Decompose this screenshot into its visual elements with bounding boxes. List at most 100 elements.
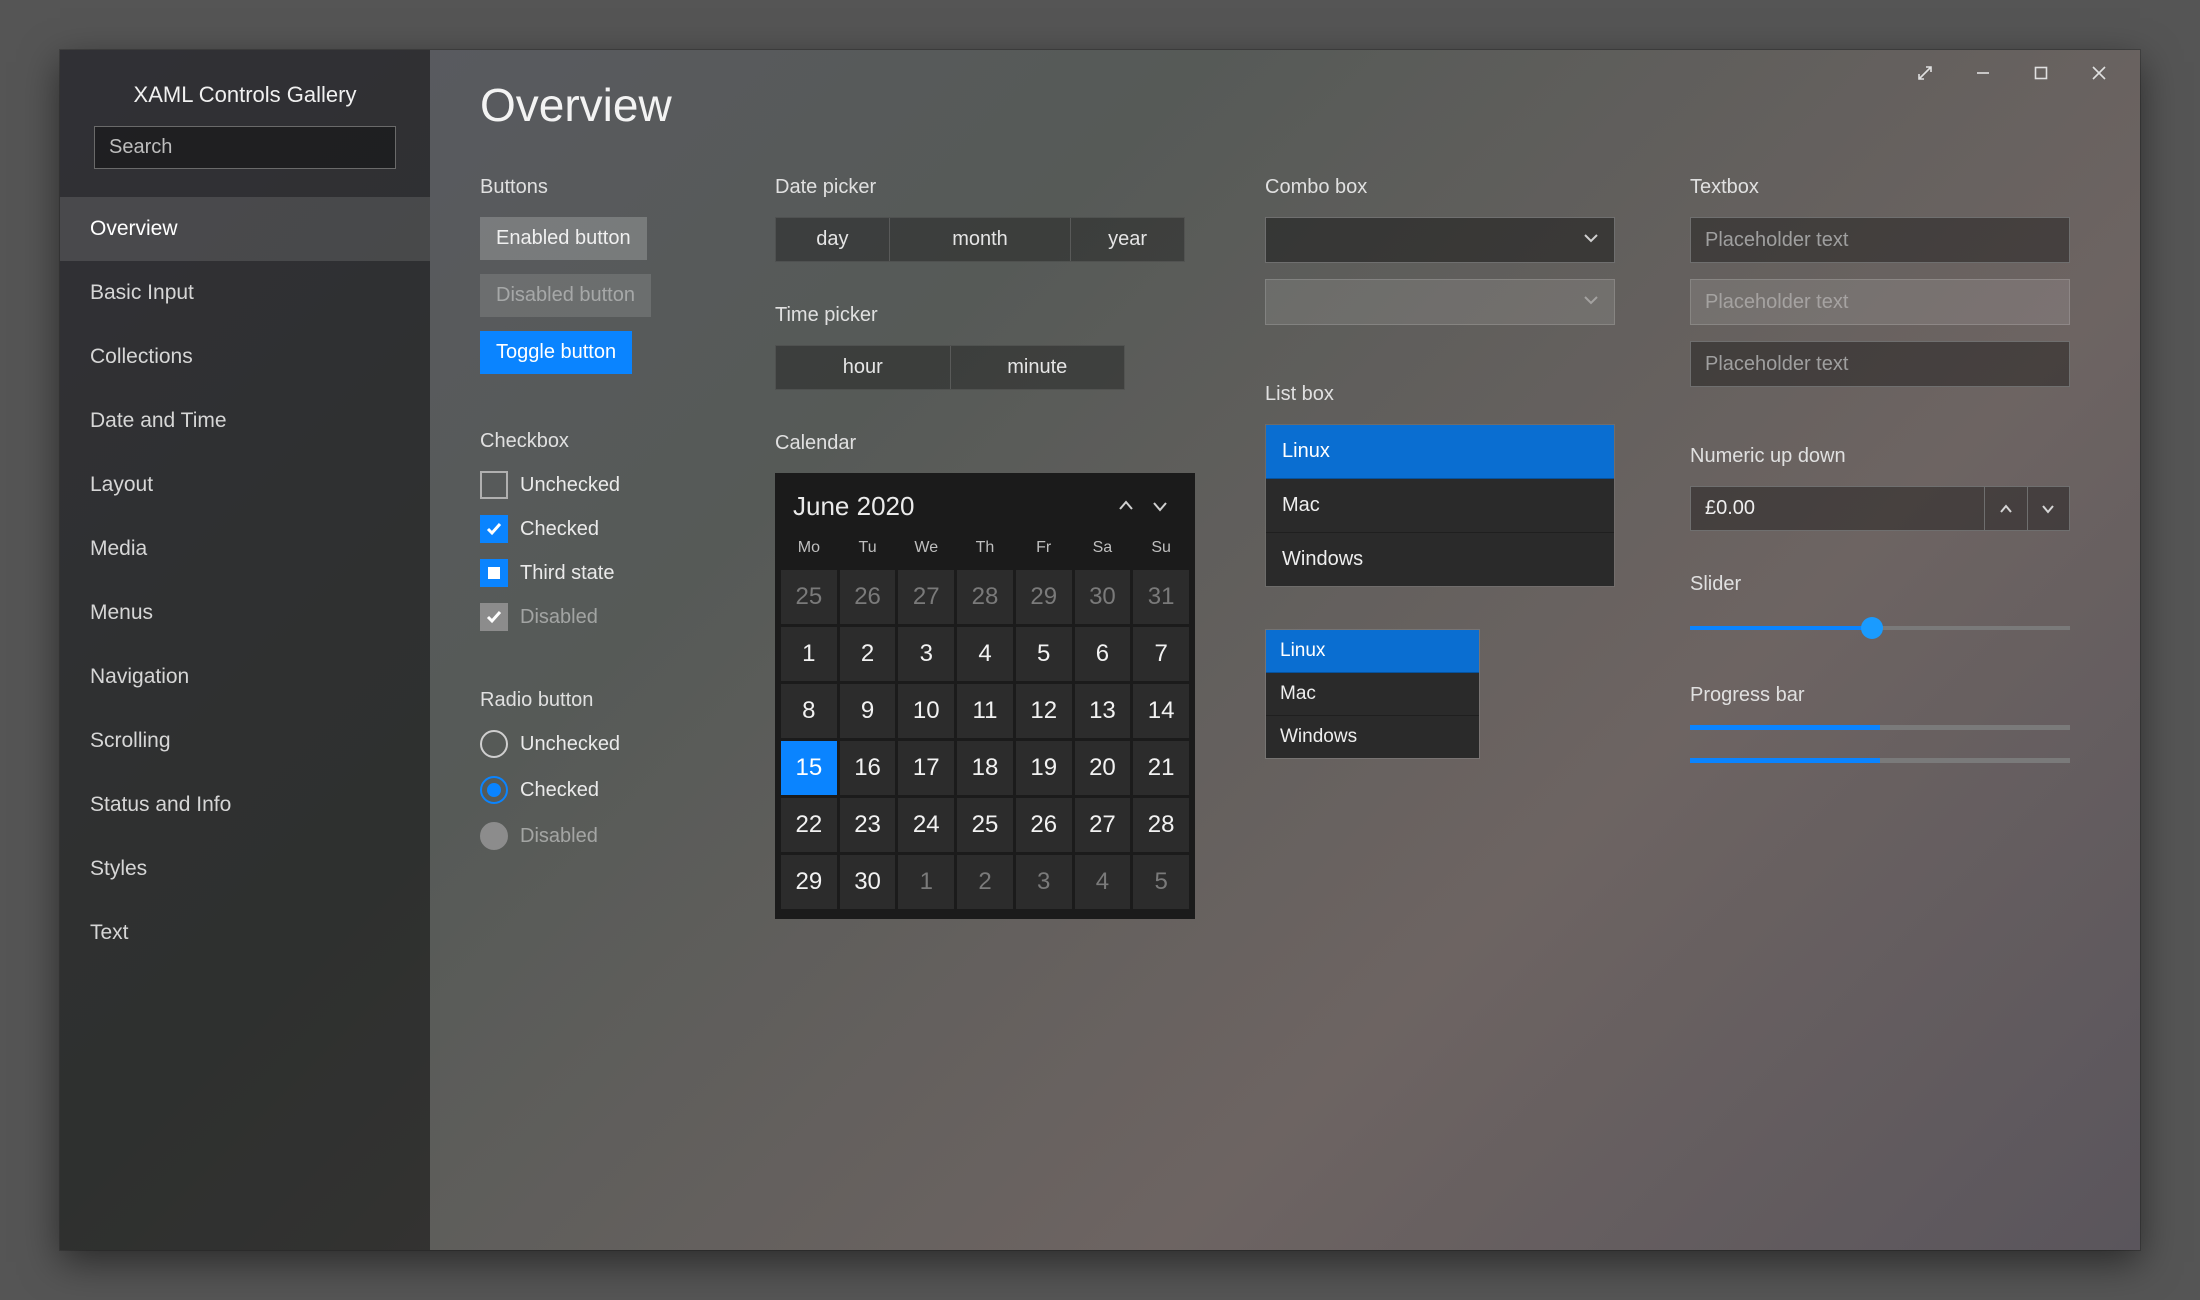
expand-icon[interactable] <box>1910 58 1940 88</box>
calendar-day[interactable]: 24 <box>898 798 954 852</box>
calendar-day[interactable]: 28 <box>957 570 1013 624</box>
sidebar-item-basic-input[interactable]: Basic Input <box>60 261 430 325</box>
list-item[interactable]: Linux <box>1266 630 1479 673</box>
sidebar-item-text[interactable]: Text <box>60 901 430 965</box>
enabled-button[interactable]: Enabled button <box>480 217 647 260</box>
sidebar-item-styles[interactable]: Styles <box>60 837 430 901</box>
calendar-day[interactable]: 17 <box>898 741 954 795</box>
radio-disabled-label: Disabled <box>520 825 598 848</box>
calendar-day[interactable]: 4 <box>957 627 1013 681</box>
slider[interactable] <box>1690 614 2070 642</box>
calendar-day[interactable]: 21 <box>1133 741 1189 795</box>
calendar-label: Calendar <box>775 432 1195 455</box>
sidebar-item-media[interactable]: Media <box>60 517 430 581</box>
chevron-down-icon[interactable] <box>1143 489 1177 523</box>
calendar-day[interactable]: 7 <box>1133 627 1189 681</box>
checkbox-thirdstate[interactable] <box>480 559 508 587</box>
calendar-day[interactable]: 5 <box>1016 627 1072 681</box>
calendar-day[interactable]: 26 <box>1016 798 1072 852</box>
calendar-day[interactable]: 3 <box>1016 855 1072 909</box>
radio-unchecked[interactable] <box>480 730 508 758</box>
calendar-day[interactable]: 12 <box>1016 684 1072 738</box>
checkbox-checked[interactable] <box>480 515 508 543</box>
date-year[interactable]: year <box>1071 218 1184 261</box>
combo-box[interactable] <box>1265 217 1615 263</box>
calendar-day[interactable]: 19 <box>1016 741 1072 795</box>
calendar-day[interactable]: 8 <box>781 684 837 738</box>
slider-thumb[interactable] <box>1861 617 1883 639</box>
textbox[interactable] <box>1690 217 2070 263</box>
list-item[interactable]: Mac <box>1266 479 1614 533</box>
sidebar-item-date-and-time[interactable]: Date and Time <box>60 389 430 453</box>
calendar-day[interactable]: 20 <box>1075 741 1131 795</box>
list-item[interactable]: Linux <box>1266 425 1614 479</box>
calendar-day[interactable]: 13 <box>1075 684 1131 738</box>
calendar-day[interactable]: 2 <box>840 627 896 681</box>
sidebar-item-layout[interactable]: Layout <box>60 453 430 517</box>
slider-label: Slider <box>1690 573 2080 596</box>
time-minute[interactable]: minute <box>951 346 1125 389</box>
close-icon[interactable] <box>2084 58 2114 88</box>
calendar-day[interactable]: 4 <box>1075 855 1131 909</box>
chevron-up-icon[interactable] <box>1109 489 1143 523</box>
time-hour[interactable]: hour <box>776 346 951 389</box>
calendar-day[interactable]: 2 <box>957 855 1013 909</box>
calendar-day[interactable]: 25 <box>781 570 837 624</box>
calendar-day[interactable]: 6 <box>1075 627 1131 681</box>
search-input[interactable] <box>94 126 396 169</box>
calendar-day[interactable]: 9 <box>840 684 896 738</box>
calendar-day[interactable]: 16 <box>840 741 896 795</box>
list-box-small[interactable]: LinuxMacWindows <box>1265 629 1480 759</box>
calendar-day[interactable]: 3 <box>898 627 954 681</box>
date-picker[interactable]: day month year <box>775 217 1185 262</box>
calendar-day[interactable]: 10 <box>898 684 954 738</box>
sidebar-item-navigation[interactable]: Navigation <box>60 645 430 709</box>
date-day[interactable]: day <box>776 218 890 261</box>
window-titlebar <box>1884 50 2140 96</box>
progress-label: Progress bar <box>1690 684 2080 707</box>
calendar-day[interactable]: 26 <box>840 570 896 624</box>
calendar-day[interactable]: 31 <box>1133 570 1189 624</box>
calendar-day[interactable]: 27 <box>1075 798 1131 852</box>
calendar-day[interactable]: 29 <box>781 855 837 909</box>
list-box[interactable]: LinuxMacWindows <box>1265 424 1615 587</box>
calendar-day[interactable]: 28 <box>1133 798 1189 852</box>
numeric-up-down[interactable] <box>1690 486 2070 531</box>
calendar-day[interactable]: 14 <box>1133 684 1189 738</box>
numeric-down-button[interactable] <box>2027 487 2070 530</box>
calendar-day[interactable]: 30 <box>1075 570 1131 624</box>
calendar-day[interactable]: 25 <box>957 798 1013 852</box>
time-picker[interactable]: hour minute <box>775 345 1125 390</box>
calendar-day[interactable]: 1 <box>781 627 837 681</box>
calendar-day[interactable]: 27 <box>898 570 954 624</box>
calendar-day[interactable]: 23 <box>840 798 896 852</box>
sidebar-item-collections[interactable]: Collections <box>60 325 430 389</box>
calendar-day[interactable]: 11 <box>957 684 1013 738</box>
toggle-button[interactable]: Toggle button <box>480 331 632 374</box>
textbox-2[interactable] <box>1690 341 2070 387</box>
checkbox-unchecked[interactable] <box>480 471 508 499</box>
calendar-day[interactable]: 5 <box>1133 855 1189 909</box>
calendar-day[interactable]: 29 <box>1016 570 1072 624</box>
numeric-up-button[interactable] <box>1984 487 2027 530</box>
sidebar-item-scrolling[interactable]: Scrolling <box>60 709 430 773</box>
radio-checked[interactable] <box>480 776 508 804</box>
chevron-down-icon <box>1582 229 1600 252</box>
calendar-day[interactable]: 22 <box>781 798 837 852</box>
list-item[interactable]: Mac <box>1266 673 1479 716</box>
list-item[interactable]: Windows <box>1266 533 1614 586</box>
maximize-icon[interactable] <box>2026 58 2056 88</box>
list-item[interactable]: Windows <box>1266 716 1479 758</box>
sidebar-item-overview[interactable]: Overview <box>60 197 430 261</box>
minimize-icon[interactable] <box>1968 58 1998 88</box>
calendar-day[interactable]: 18 <box>957 741 1013 795</box>
sidebar-item-status-and-info[interactable]: Status and Info <box>60 773 430 837</box>
calendar-day[interactable]: 15 <box>781 741 837 795</box>
calendar-day[interactable]: 30 <box>840 855 896 909</box>
calendar-dow: Sa <box>1075 533 1131 567</box>
calendar-day[interactable]: 1 <box>898 855 954 909</box>
date-month[interactable]: month <box>890 218 1071 261</box>
sidebar-item-menus[interactable]: Menus <box>60 581 430 645</box>
radio-unchecked-label: Unchecked <box>520 733 620 756</box>
numeric-value[interactable] <box>1691 487 1984 530</box>
